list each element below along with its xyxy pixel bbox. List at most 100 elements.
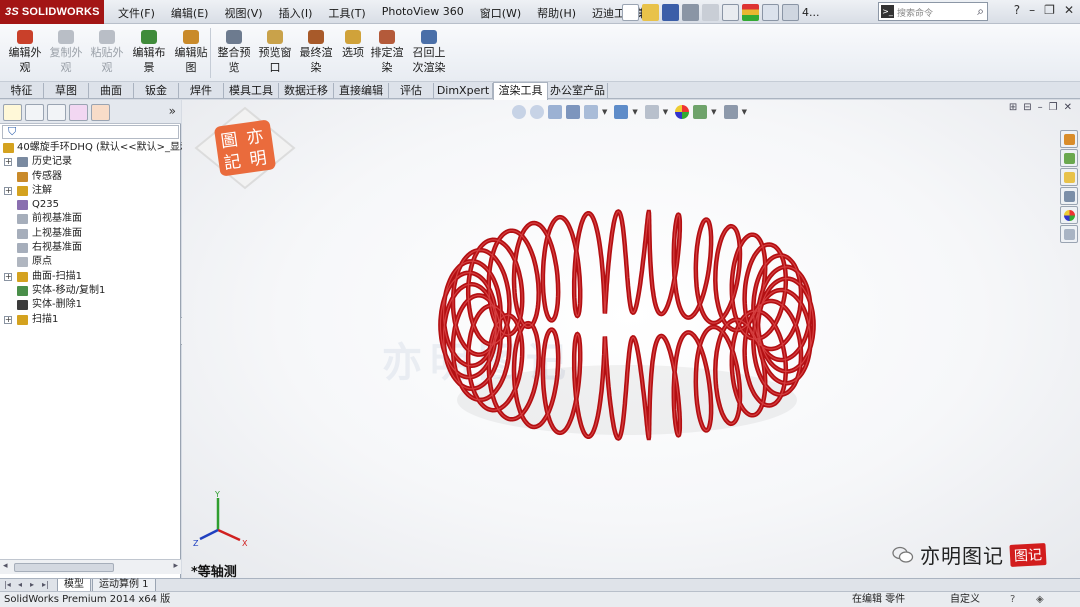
- menu-view[interactable]: 视图(V): [216, 0, 270, 24]
- horizontal-scrollbar[interactable]: ◂ ▸: [0, 559, 181, 574]
- view-palette-icon[interactable]: [1060, 187, 1078, 205]
- tree-item[interactable]: 上视基准面: [0, 227, 181, 241]
- configuration-manager-tab-icon[interactable]: [47, 104, 66, 121]
- menu-photoview[interactable]: PhotoView 360: [374, 0, 472, 24]
- print-icon[interactable]: [682, 3, 699, 21]
- expand-icon[interactable]: +: [4, 158, 12, 167]
- tab-first-icon[interactable]: |◂: [4, 580, 11, 589]
- solidworks-logo[interactable]: 3S SOLIDWORKS: [0, 0, 104, 24]
- section-view-icon[interactable]: [566, 105, 580, 119]
- hide-show-items-icon[interactable]: [644, 105, 659, 119]
- dimxpert-manager-tab-icon[interactable]: [69, 104, 88, 121]
- ribbon-tab[interactable]: 直接编辑: [334, 83, 389, 99]
- menu-insert[interactable]: 插入(I): [271, 0, 321, 24]
- scrollbar-thumb[interactable]: [14, 563, 114, 572]
- tree-item[interactable]: 前视基准面: [0, 212, 181, 226]
- menu-edit[interactable]: 编辑(E): [163, 0, 217, 24]
- view-orientation-icon[interactable]: [584, 105, 598, 119]
- viewport-link-icon[interactable]: ⊟: [1023, 102, 1031, 113]
- view-settings-caret-icon[interactable]: ▼: [742, 108, 747, 116]
- undo-icon[interactable]: [702, 3, 719, 21]
- expand-icon[interactable]: +: [4, 315, 12, 324]
- display-style-caret-icon[interactable]: ▼: [632, 108, 637, 116]
- edit-decal-button[interactable]: 编辑贴图: [171, 30, 211, 75]
- tree-item[interactable]: + 历史记录: [0, 155, 181, 169]
- recall-last-render-button[interactable]: 召回上 次渲染: [409, 30, 449, 75]
- restore-icon[interactable]: ❐: [1044, 3, 1055, 17]
- zoom-to-fit-icon[interactable]: [512, 105, 526, 119]
- tab-prev-icon[interactable]: ◂: [18, 580, 22, 589]
- ribbon-tab[interactable]: 评估: [389, 83, 434, 99]
- select-cursor-icon[interactable]: [722, 3, 739, 21]
- display-manager-tab-icon[interactable]: [91, 104, 110, 121]
- ribbon-tab[interactable]: 模具工具: [224, 83, 279, 99]
- previous-view-icon[interactable]: [548, 105, 562, 119]
- tree-item[interactable]: 传感器: [0, 170, 181, 184]
- final-render-button[interactable]: 最终渲染: [296, 30, 336, 75]
- more-tabs-icon[interactable]: »: [169, 104, 176, 118]
- menu-file[interactable]: 文件(F): [110, 0, 163, 24]
- viewport-split-icon[interactable]: ⊞: [1009, 102, 1017, 113]
- appearances-scenes-icon[interactable]: [1060, 206, 1078, 224]
- rebuild-traffic-light-icon[interactable]: [742, 3, 759, 21]
- tree-item[interactable]: + 注解: [0, 184, 181, 198]
- view-orientation-caret-icon[interactable]: ▼: [602, 108, 607, 116]
- ribbon-tab[interactable]: 焊件: [179, 83, 224, 99]
- design-library-icon[interactable]: [1060, 149, 1078, 167]
- close-icon[interactable]: ✕: [1064, 3, 1074, 17]
- tree-item[interactable]: 实体-删除1: [0, 298, 181, 312]
- helical-ring-model[interactable]: [432, 195, 822, 465]
- save-icon[interactable]: [662, 3, 679, 21]
- view-settings-icon[interactable]: [723, 105, 738, 119]
- menu-tools[interactable]: 工具(T): [320, 0, 373, 24]
- ribbon-tab[interactable]: 钣金: [134, 83, 179, 99]
- search-icon[interactable]: ⌕: [977, 4, 984, 19]
- ribbon-tab[interactable]: 数据迁移: [279, 83, 334, 99]
- edit-appearance-icon[interactable]: [675, 105, 690, 119]
- viewport-minimize-icon[interactable]: –: [1038, 102, 1043, 113]
- tree-item[interactable]: + 扫描1: [0, 313, 181, 327]
- custom-properties-icon[interactable]: [1060, 225, 1078, 243]
- schedule-render-button[interactable]: 排定渲染: [367, 30, 407, 75]
- minimize-icon[interactable]: –: [1029, 3, 1035, 17]
- menu-help[interactable]: 帮助(H): [529, 0, 584, 24]
- tab-last-icon[interactable]: ▸|: [42, 580, 49, 589]
- viewport-restore-icon[interactable]: ❐: [1049, 102, 1058, 113]
- scroll-left-icon[interactable]: ◂: [3, 561, 8, 571]
- display-style-icon[interactable]: [614, 105, 629, 119]
- tree-item[interactable]: 实体-移动/复制1: [0, 284, 181, 298]
- hide-show-caret-icon[interactable]: ▼: [663, 108, 668, 116]
- edit-scene-button[interactable]: 编辑布景: [129, 30, 169, 75]
- new-document-icon[interactable]: [622, 3, 639, 21]
- status-units[interactable]: 自定义: [950, 592, 980, 607]
- apply-scene-caret-icon[interactable]: ▼: [711, 108, 716, 116]
- help-dropdown-icon[interactable]: ?: [1014, 3, 1020, 17]
- file-explorer-icon[interactable]: [1060, 168, 1078, 186]
- property-manager-tab-icon[interactable]: [25, 104, 44, 121]
- ribbon-tab[interactable]: 草图: [44, 83, 89, 99]
- ribbon-tab[interactable]: 曲面: [89, 83, 134, 99]
- tree-item[interactable]: + 曲面-扫描1: [0, 270, 181, 284]
- expand-icon[interactable]: +: [4, 186, 12, 195]
- menu-window[interactable]: 窗口(W): [472, 0, 529, 24]
- feature-manager-tab-icon[interactable]: [3, 104, 22, 121]
- tree-item[interactable]: 右视基准面: [0, 241, 181, 255]
- preview-window-button[interactable]: 预览窗口: [255, 30, 295, 75]
- file-properties-icon[interactable]: [762, 3, 779, 21]
- options-icon[interactable]: [782, 3, 799, 21]
- apply-scene-icon[interactable]: [693, 105, 708, 119]
- search-command-input[interactable]: >_ 搜索命令 ⌕: [878, 2, 988, 21]
- zoom-to-area-icon[interactable]: [530, 105, 544, 119]
- tab-next-icon[interactable]: ▸: [30, 580, 34, 589]
- tree-item[interactable]: 原点: [0, 255, 181, 269]
- ribbon-tab[interactable]: 渲染工具: [493, 82, 548, 100]
- ribbon-tab[interactable]: 特征: [0, 83, 44, 99]
- scroll-right-icon[interactable]: ▸: [173, 561, 178, 571]
- options-button[interactable]: 选项: [339, 30, 367, 60]
- solidworks-resources-icon[interactable]: [1060, 130, 1078, 148]
- ribbon-tab[interactable]: DimXpert: [434, 83, 493, 99]
- expand-icon[interactable]: +: [4, 272, 12, 281]
- tree-filter[interactable]: ⛉: [2, 125, 179, 139]
- status-rebuild-icon[interactable]: ◈: [1036, 592, 1044, 607]
- graphics-area[interactable]: ▼ ▼ ▼ ▼ ▼ ⊞ ⊟ – ❐ ✕ 亦明图记 圖 亦 記 明 Y X Z *…: [182, 100, 1080, 578]
